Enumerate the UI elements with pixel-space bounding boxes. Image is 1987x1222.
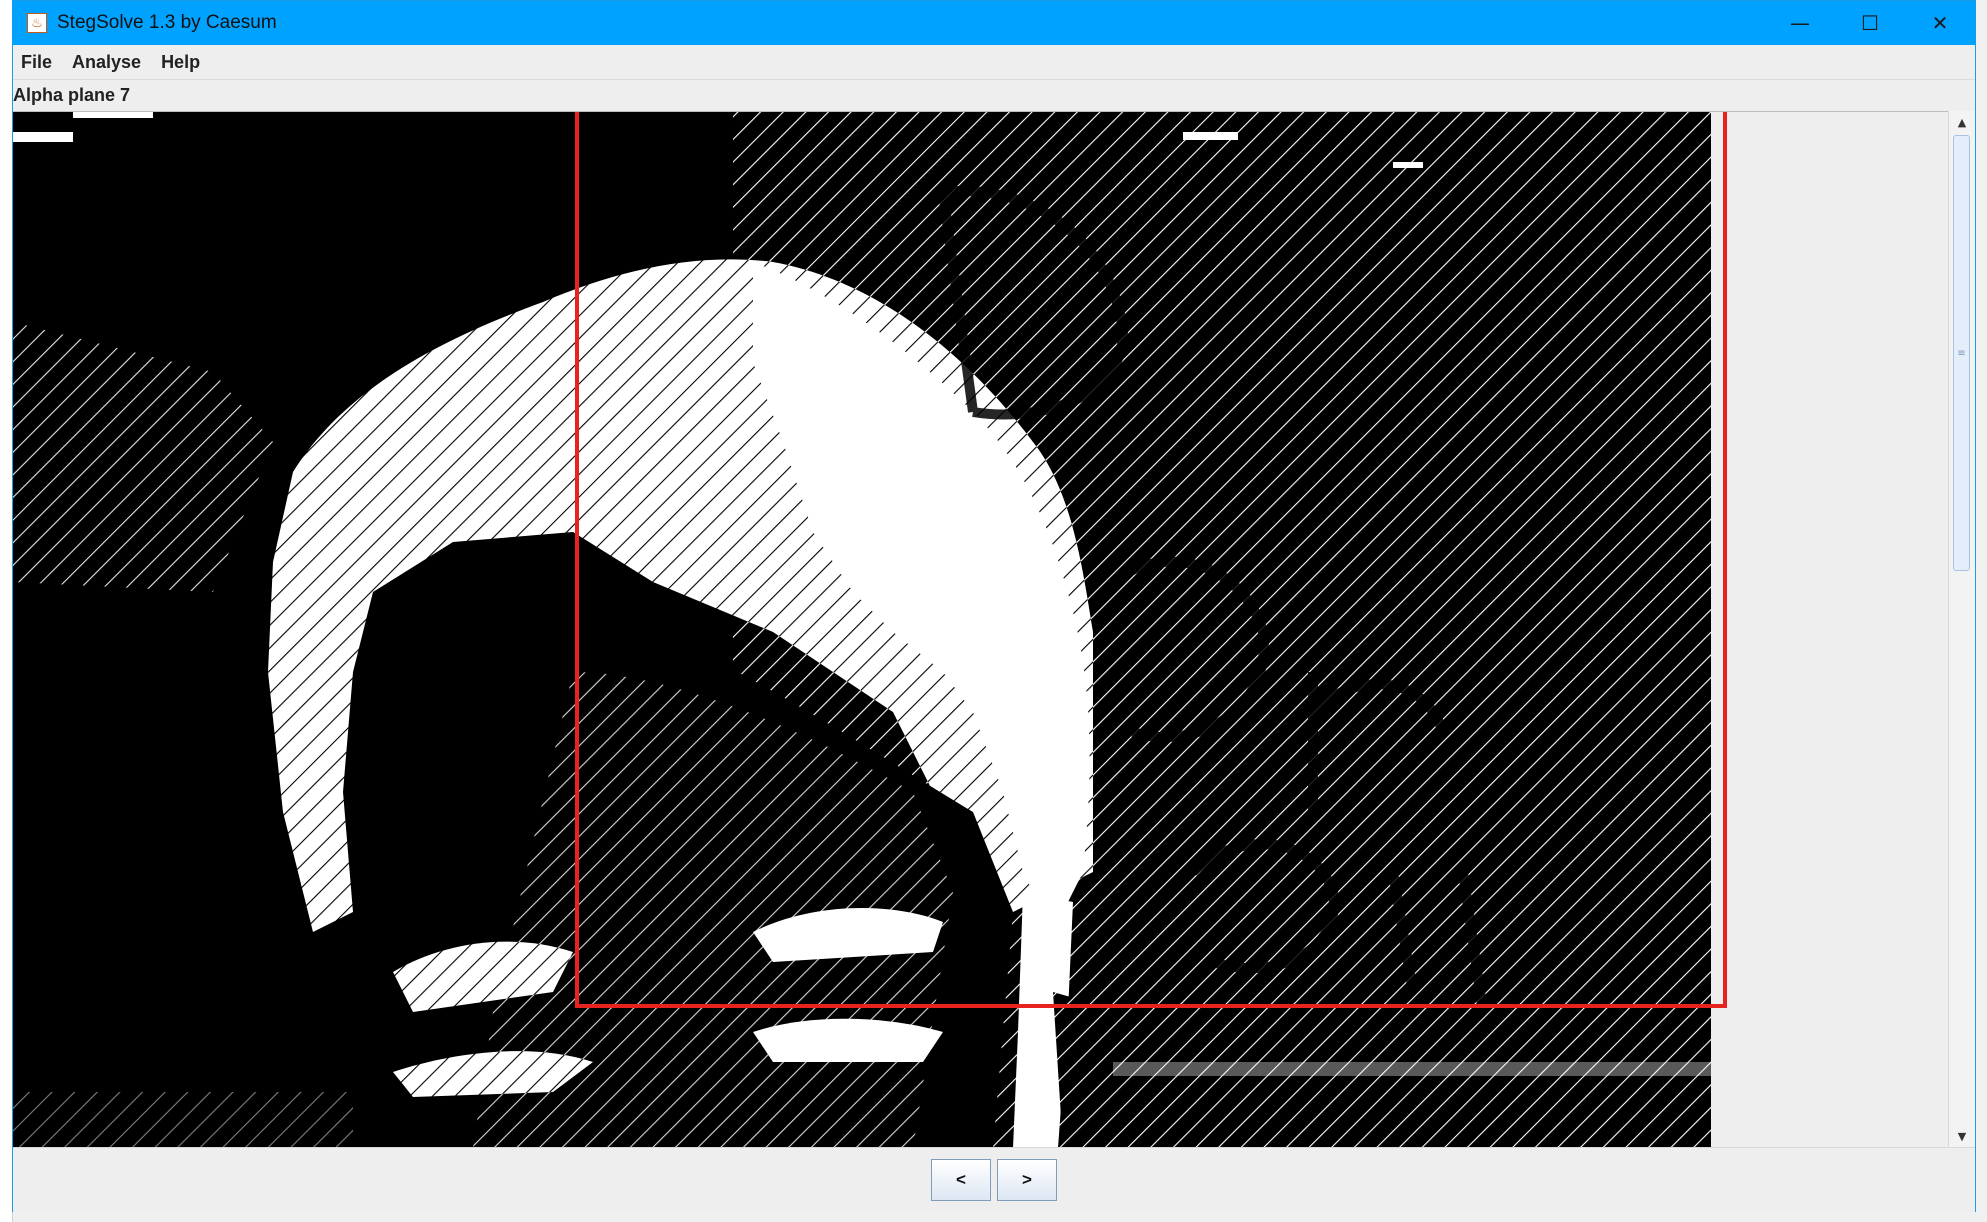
grip-icon: ≡ xyxy=(1957,347,1966,359)
title-bar[interactable]: ♨ StegSolve 1.3 by Caesum — ☐ ✕ xyxy=(13,1,1975,45)
window-controls: — ☐ ✕ xyxy=(1765,1,1975,45)
window-title: StegSolve 1.3 by Caesum xyxy=(57,12,277,33)
stegsolve-window: ♨ StegSolve 1.3 by Caesum — ☐ ✕ File Ana… xyxy=(12,0,1976,1212)
java-app-icon: ♨ xyxy=(27,13,47,33)
arrow-up-icon: ▲ xyxy=(1957,115,1967,129)
menu-analyse[interactable]: Analyse xyxy=(62,52,151,73)
menu-help[interactable]: Help xyxy=(151,52,210,73)
menu-bar: File Analyse Help xyxy=(13,45,1975,80)
next-plane-button[interactable]: > xyxy=(997,1159,1057,1201)
menu-file[interactable]: File xyxy=(13,52,62,73)
minimize-button[interactable]: — xyxy=(1765,1,1835,45)
image-viewport[interactable] xyxy=(13,111,1951,1148)
scroll-down-arrow[interactable]: ▼ xyxy=(1949,1125,1975,1147)
close-icon: ✕ xyxy=(1931,11,1949,35)
previous-plane-button[interactable]: < xyxy=(931,1159,991,1201)
maximize-icon: ☐ xyxy=(1861,11,1879,35)
scroll-thumb[interactable]: ≡ xyxy=(1953,135,1970,571)
alpha-plane-image xyxy=(13,112,1711,1148)
close-button[interactable]: ✕ xyxy=(1905,1,1975,45)
navigation-bar: < > xyxy=(13,1147,1975,1212)
vertical-scrollbar[interactable]: ▲ ≡ ▼ xyxy=(1948,111,1975,1147)
scroll-up-arrow[interactable]: ▲ xyxy=(1949,111,1975,133)
plane-label: Alpha plane 7 xyxy=(13,85,131,105)
maximize-button[interactable]: ☐ xyxy=(1835,1,1905,45)
minimize-icon: — xyxy=(1790,11,1810,35)
arrow-down-icon: ▼ xyxy=(1957,1129,1967,1143)
